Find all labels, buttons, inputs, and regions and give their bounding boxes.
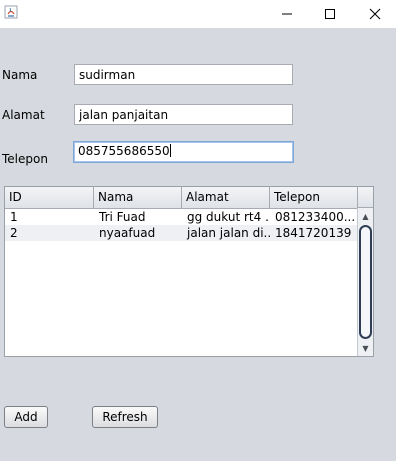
alamat-label: Alamat	[2, 108, 45, 122]
java-cup-icon	[4, 5, 18, 19]
table-row[interactable]: 1 Tri Fuad gg dukut rt4 ... 081233400...	[5, 209, 358, 225]
cell-id: 2	[10, 226, 18, 240]
cell-alamat: gg dukut rt4 ...	[187, 210, 270, 224]
vertical-scrollbar[interactable]: ▲ ▼	[357, 208, 373, 356]
scrollbar-thumb[interactable]	[359, 225, 372, 339]
telepon-label: Telepon	[2, 152, 48, 166]
add-button[interactable]: Add	[4, 406, 48, 428]
window-edge	[396, 28, 401, 464]
refresh-button[interactable]: Refresh	[92, 406, 158, 428]
column-header-nama[interactable]: Nama	[94, 187, 182, 208]
cell-alamat: jalan jalan di...	[187, 226, 270, 240]
cell-telepon: 1841720139	[275, 226, 352, 240]
maximize-button[interactable]	[308, 0, 352, 28]
scroll-down-icon[interactable]: ▼	[358, 341, 373, 355]
scroll-up-icon[interactable]: ▲	[358, 209, 373, 223]
cell-nama: Tri Fuad	[99, 210, 146, 224]
nama-input[interactable]	[74, 64, 293, 85]
table-header: ID Nama Alamat Telepon	[5, 187, 358, 209]
minimize-icon	[282, 13, 292, 15]
column-header-id[interactable]: ID	[5, 187, 94, 208]
telepon-input[interactable]: 085755686550	[73, 141, 294, 163]
column-header-alamat[interactable]: Alamat	[182, 187, 270, 208]
cell-telepon: 081233400...	[275, 210, 356, 224]
cell-nama: nyaafuad	[99, 226, 156, 240]
maximize-icon	[325, 9, 335, 19]
minimize-button[interactable]	[265, 0, 309, 28]
close-icon	[369, 8, 381, 20]
telepon-input-value: 085755686550	[78, 144, 170, 158]
text-caret	[169, 144, 171, 157]
data-table[interactable]: ID Nama Alamat Telepon 1 Tri Fuad gg duk…	[4, 186, 374, 357]
close-button[interactable]	[353, 0, 397, 28]
title-bar	[0, 0, 401, 28]
table-row[interactable]: 2 nyaafuad jalan jalan di... 1841720139	[5, 225, 358, 241]
nama-label: Nama	[2, 68, 38, 82]
cell-id: 1	[10, 210, 18, 224]
table-corner	[357, 187, 373, 208]
column-header-telepon[interactable]: Telepon	[270, 187, 358, 208]
alamat-input[interactable]	[74, 104, 293, 125]
